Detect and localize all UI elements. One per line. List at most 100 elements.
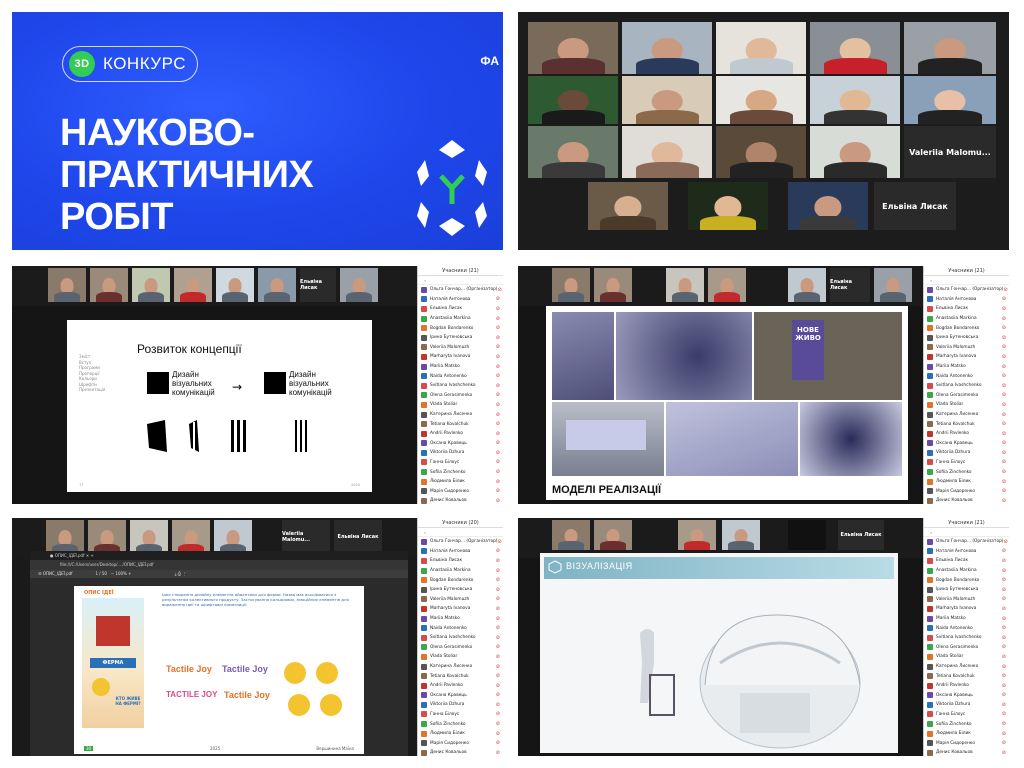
participants-panel[interactable]: Учасники (21) ⌕ Ольга Гончар... (Організ… [923,266,1009,504]
participant-row[interactable]: Viktoriia Dzhura ⊘ [418,448,503,458]
participant-row[interactable]: Bogdan Bondarenko ⊘ [418,323,503,333]
participant-row[interactable]: Денис Ковальов ⊘ [418,496,503,504]
participant-row[interactable]: Катерина Лисенко ⊘ [924,410,1009,420]
name-card[interactable]: Ельвіна Лисак [830,268,870,302]
participant-row[interactable]: Ганна Білоус ⊘ [924,458,1009,468]
video-tile[interactable] [172,520,210,554]
participant-row[interactable]: Оксана Кравець ⊘ [924,691,1009,701]
participant-row[interactable]: Vlada Stoliar ⊘ [924,400,1009,410]
participant-row[interactable]: Vlada Stoliar ⊘ [418,652,503,662]
video-tile[interactable] [788,268,826,302]
video-tile[interactable] [622,126,712,178]
video-tile[interactable] [788,520,826,550]
participant-row[interactable]: Наталія Антонова ⊘ [924,295,1009,305]
participant-row[interactable]: Денис Ковальов ⊘ [924,748,1009,756]
participant-row[interactable]: Tetiana Kovalchuk ⊘ [418,419,503,429]
participant-row[interactable]: Svitlana Ivashchenko ⊘ [418,633,503,643]
participant-row[interactable]: Ельвіна Лисак ⊘ [924,304,1009,314]
participant-row[interactable]: Катерина Лисенко ⊘ [418,410,503,420]
participant-row[interactable]: Наталія Антонова ⊘ [924,547,1009,557]
participant-row[interactable]: Ірина Бутеновська ⊘ [924,585,1009,595]
participant-row[interactable]: Andrii Pavlenko ⊘ [418,681,503,691]
participant-row[interactable]: Людмила Білик ⊘ [418,729,503,739]
participant-row[interactable]: Olena Gerasimenko ⊘ [924,391,1009,401]
participant-row[interactable]: Sofiia Zinchenko ⊘ [924,467,1009,477]
participant-row[interactable]: Людмила Білик ⊘ [418,477,503,487]
participant-row[interactable]: Ольга Гончар... (Організатор) ⊘ [924,285,1009,295]
participant-row[interactable]: Ольга Гончар... (Організатор) ⊘ [418,285,503,295]
video-tile[interactable] [594,520,632,550]
participant-row[interactable]: Svitlana Ivashchenko ⊘ [924,633,1009,643]
video-tile[interactable] [528,22,618,74]
video-tile[interactable] [904,76,996,124]
participant-row[interactable]: Sofiia Zinchenko ⊘ [418,467,503,477]
participants-panel[interactable]: Учасники (21) ⌕ Ольга Гончар... (Організ… [923,518,1009,756]
participant-row[interactable]: Bogdan Bondarenko ⊘ [924,575,1009,585]
participant-row[interactable]: Vlada Stoliar ⊘ [418,400,503,410]
address-bar[interactable]: file:///C:/Users/user/Desktop/..../ОПИС_… [30,560,408,570]
participant-row[interactable]: Ельвіна Лисак ⊘ [418,556,503,566]
participant-row[interactable]: Оксана Кравець ⊘ [418,691,503,701]
participant-row[interactable]: Ірина Бутеновська ⊘ [924,333,1009,343]
video-tile[interactable] [46,520,84,554]
video-tile[interactable] [708,268,746,302]
video-tile[interactable] [340,268,378,302]
participant-row[interactable]: Andrii Pavlenko ⊘ [924,681,1009,691]
video-tile[interactable] [904,22,996,74]
participant-row[interactable]: Марія Сидоренко ⊘ [418,486,503,496]
participant-row[interactable]: Марія Сидоренко ⊘ [924,486,1009,496]
participant-row[interactable]: Mariia Matsko ⊘ [924,614,1009,624]
participant-row[interactable]: Olena Gerasimenko ⊘ [418,643,503,653]
video-tile[interactable] [216,268,254,302]
video-tile[interactable] [722,520,760,550]
participant-row[interactable]: Катерина Лисенко ⊘ [924,662,1009,672]
participant-row[interactable]: Ганна Білоус ⊘ [418,458,503,468]
participant-row[interactable]: Anastasiia Markina ⊘ [418,314,503,324]
video-tile[interactable] [174,268,212,302]
video-tile[interactable] [622,76,712,124]
video-tile[interactable] [874,268,912,302]
video-tile[interactable] [716,76,806,124]
participant-row[interactable]: Mariia Matsko ⊘ [418,614,503,624]
participant-row[interactable]: Ірина Бутеновська ⊘ [418,585,503,595]
name-card[interactable]: Ельвіна Лисак [300,268,336,302]
video-tile[interactable] [88,520,126,554]
video-tile[interactable] [48,268,86,302]
participant-row[interactable]: Ельвіна Лисак ⊘ [418,304,503,314]
participant-row[interactable]: Оксана Кравець ⊘ [924,439,1009,449]
participant-row[interactable]: Людмила Білик ⊘ [924,729,1009,739]
participant-row[interactable]: Viktoriia Dzhura ⊘ [418,700,503,710]
video-tile[interactable] [588,182,668,230]
participants-search[interactable]: ⌕ [418,276,503,285]
participant-row[interactable]: Ганна Білоус ⊘ [418,710,503,720]
participant-row[interactable]: Valeriia Malomuzh ⊘ [418,343,503,353]
participants-search[interactable]: ⌕ [418,528,503,537]
name-card[interactable]: Valeriia Malomu... [904,126,996,178]
participant-row[interactable]: Vlada Stoliar ⊘ [924,652,1009,662]
participants-panel[interactable]: Учасники (21) ⌕ Ольга Гончар... (Організ… [417,266,503,504]
video-tile[interactable] [810,22,900,74]
participant-row[interactable]: Marharyta Ivanova ⊘ [418,604,503,614]
participant-row[interactable]: Ельвіна Лисак ⊘ [924,556,1009,566]
video-tile[interactable] [528,126,618,178]
video-tile[interactable] [666,268,704,302]
participant-row[interactable]: Valeriia Malomuzh ⊘ [924,343,1009,353]
participant-row[interactable]: Marharyta Ivanova ⊘ [924,352,1009,362]
participant-row[interactable]: Valeriia Malomuzh ⊘ [924,595,1009,605]
video-tile[interactable] [622,22,712,74]
participant-row[interactable]: Ганна Білоус ⊘ [924,710,1009,720]
participant-row[interactable]: Marharyta Ivanova ⊘ [418,352,503,362]
video-tile[interactable] [552,268,590,302]
name-card[interactable]: Valeriia Malomu... [282,520,330,554]
pdf-toolbar[interactable]: ☰ ОПИС_ІДЕЇ.pdf 1 / 50 − 100% + ⤓ ⎙ ⋮ [30,570,408,578]
participant-row[interactable]: Olena Gerasimenko ⊘ [924,643,1009,653]
participant-row[interactable]: Оксана Кравець ⊘ [418,439,503,449]
participant-row[interactable]: Marharyta Ivanova ⊘ [924,604,1009,614]
participant-row[interactable]: Ірина Бутеновська ⊘ [418,333,503,343]
participants-panel[interactable]: Учасники (20) ⌕ Ольга Гончар... (Організ… [417,518,503,756]
participant-row[interactable]: Катерина Лисенко ⊘ [418,662,503,672]
participant-row[interactable]: Svitlana Ivashchenko ⊘ [418,381,503,391]
participant-row[interactable]: Mariia Matsko ⊘ [924,362,1009,372]
video-tile[interactable] [214,520,252,554]
participant-row[interactable]: Денис Ковальов ⊘ [924,496,1009,504]
